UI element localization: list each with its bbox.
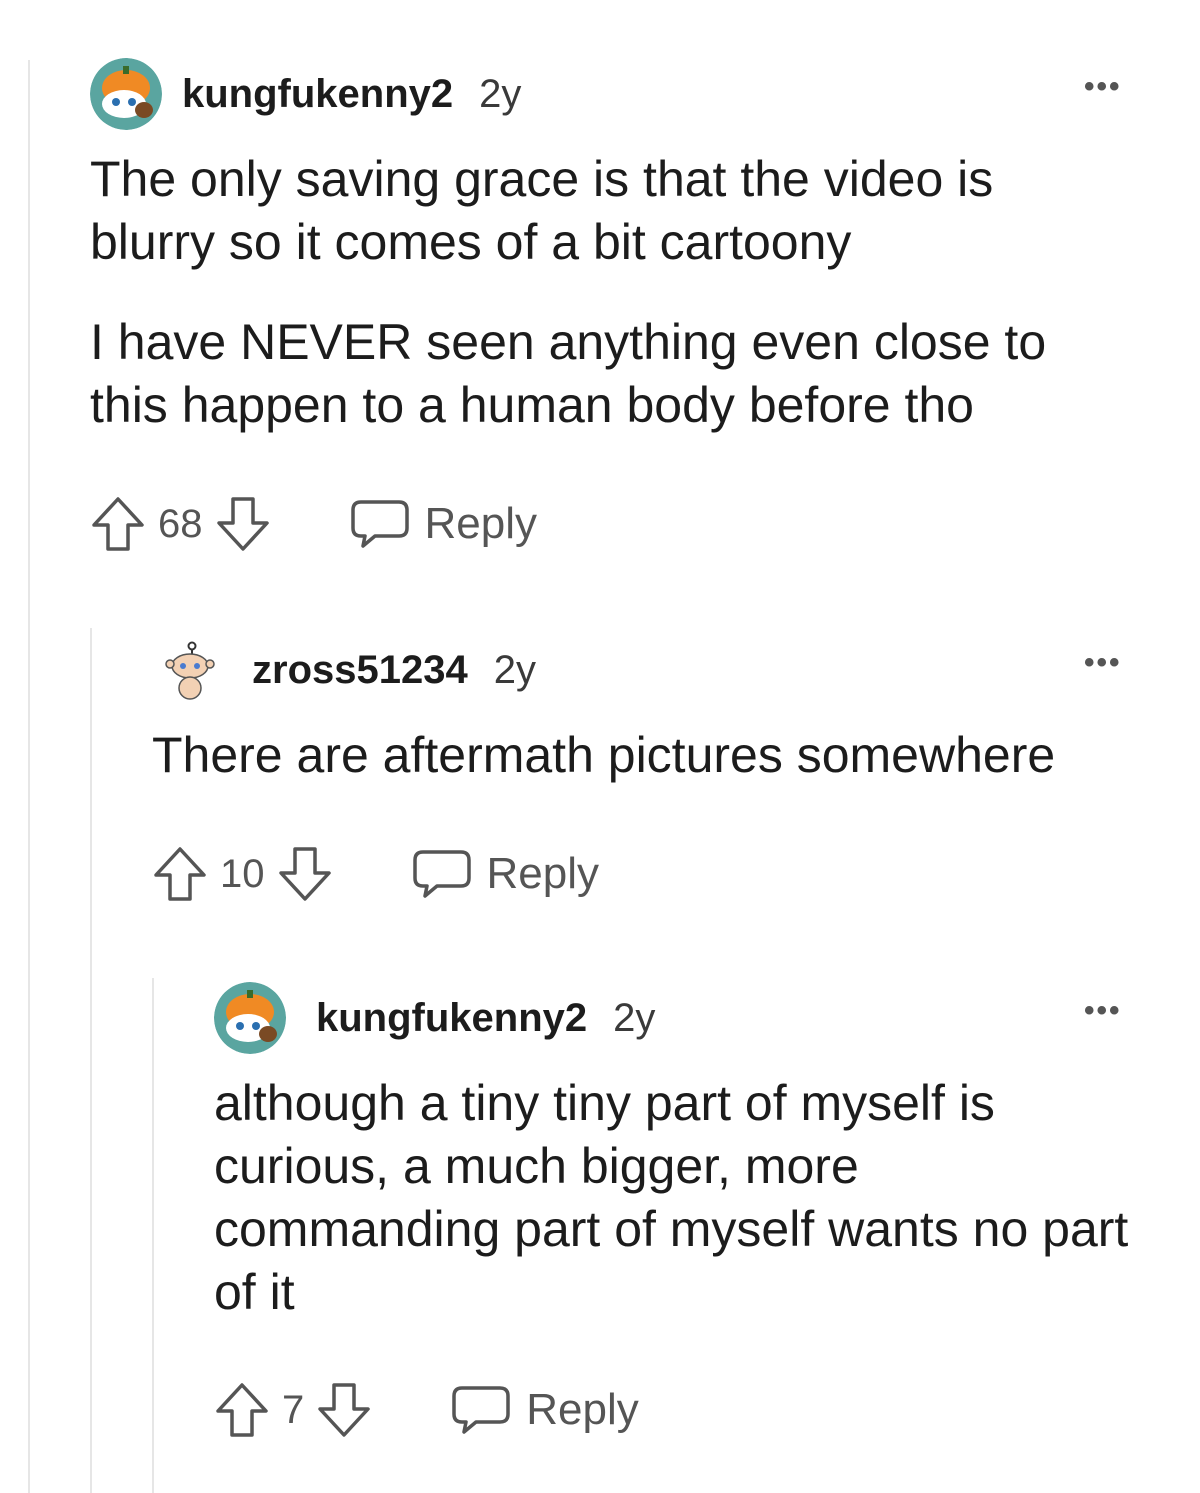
comment-actions: 68 Reply — [90, 494, 537, 554]
comment-header: kungfukenny2 2y — [90, 58, 522, 130]
thread-line-level-2 — [90, 628, 92, 1493]
user-avatar[interactable] — [90, 58, 162, 130]
comment-paragraph: There are aftermath pictures somewhere — [152, 727, 1056, 783]
downvote-arrow-icon[interactable] — [215, 495, 271, 553]
comment-age: 2y — [479, 71, 522, 116]
comment-actions: 10 Reply — [152, 844, 599, 904]
more-options-button[interactable]: ••• — [1084, 70, 1122, 104]
username[interactable]: zross51234 — [252, 648, 468, 693]
more-options-button[interactable]: ••• — [1084, 994, 1122, 1028]
snoo-pumpkin-avatar-icon — [214, 982, 286, 1054]
username[interactable]: kungfukenny2 — [316, 996, 587, 1041]
comment-actions: 7 Reply — [214, 1380, 639, 1440]
thread-line-level-1 — [28, 60, 30, 1493]
more-options-button[interactable]: ••• — [1084, 646, 1122, 680]
comment-header: kungfukenny2 2y — [214, 982, 656, 1054]
thread-line-level-3 — [152, 978, 154, 1493]
upvote-arrow-icon[interactable] — [152, 845, 208, 903]
user-avatar[interactable] — [158, 638, 222, 702]
comment-age: 2y — [493, 647, 536, 692]
reply-button[interactable]: Reply — [349, 498, 538, 550]
comment-age: 2y — [613, 995, 656, 1040]
reply-label: Reply — [424, 499, 538, 548]
user-avatar[interactable] — [214, 982, 286, 1054]
upvote-arrow-icon[interactable] — [214, 1381, 270, 1439]
vote-count: 7 — [282, 1387, 305, 1432]
downvote-arrow-icon[interactable] — [277, 845, 333, 903]
comment-paragraph: although a tiny tiny part of myself is c… — [214, 1075, 1129, 1320]
reply-button[interactable]: Reply — [450, 1384, 639, 1436]
reply-label: Reply — [486, 849, 600, 898]
snoo-pumpkin-avatar-icon — [90, 58, 162, 130]
speech-bubble-icon — [350, 500, 409, 548]
comment-body: The only saving grace is that the video … — [90, 148, 1120, 437]
comment-body: although a tiny tiny part of myself is c… — [214, 1072, 1144, 1324]
reply-label: Reply — [526, 1385, 639, 1434]
vote-count: 68 — [158, 501, 203, 546]
username[interactable]: kungfukenny2 — [182, 72, 453, 117]
vote-count: 10 — [220, 851, 265, 896]
snoo-default-avatar-icon — [158, 638, 222, 702]
speech-bubble-icon — [452, 1386, 510, 1434]
comment-paragraph: The only saving grace is that the video … — [90, 151, 994, 270]
comment-body: There are aftermath pictures somewhere — [152, 724, 1152, 787]
comment-header: zross51234 2y — [158, 638, 536, 702]
reply-button[interactable]: Reply — [411, 848, 600, 900]
upvote-arrow-icon[interactable] — [90, 495, 146, 553]
speech-bubble-icon — [412, 850, 471, 898]
comment-paragraph: I have NEVER seen anything even close to… — [90, 314, 1047, 433]
downvote-arrow-icon[interactable] — [316, 1381, 372, 1439]
